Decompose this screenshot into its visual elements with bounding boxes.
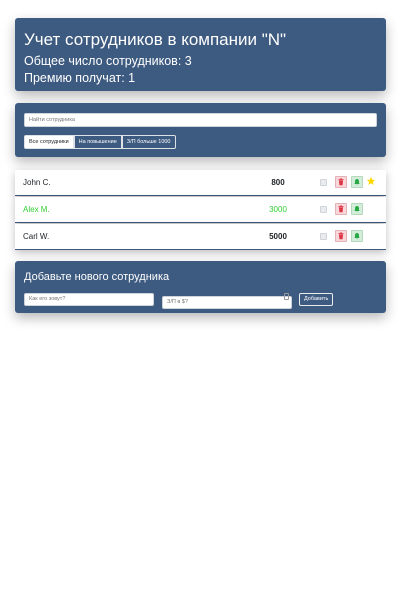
add-employee-button[interactable]: Добавить [299, 292, 334, 306]
employee-name[interactable]: Carl W. [23, 232, 49, 241]
star-icon[interactable] [366, 176, 376, 186]
employee-salary[interactable]: 800 [261, 178, 295, 187]
trash-icon[interactable] [335, 230, 347, 242]
employee-salary[interactable]: 5000 [261, 232, 295, 241]
employee-salary[interactable]: 3000 [261, 205, 295, 214]
filter-salary-over-1000-button[interactable]: З/П больше 1000 [121, 135, 176, 149]
bell-icon[interactable] [351, 203, 363, 215]
add-employee-title: Добавьте нового сотрудника [24, 271, 170, 283]
add-employee-form: Добавить [24, 290, 377, 309]
list-item: Alex M. 3000 [15, 197, 386, 223]
filter-all-button[interactable]: Все сотрудники [24, 135, 74, 149]
salary-input-wrapper [162, 290, 292, 309]
app-info-panel: Учет сотрудников в компании "N" Общее чи… [15, 18, 386, 91]
search-panel: Все сотрудники На повышение З/П больше 1… [15, 103, 386, 157]
cookie-icon[interactable] [320, 233, 327, 240]
list-item: Carl W. 5000 [15, 224, 386, 250]
employee-salary-input[interactable] [162, 295, 292, 309]
bonus-count-text: Премию получат: 1 [24, 71, 136, 85]
add-employee-panel: Добавьте нового сотрудника Добавить [15, 261, 386, 313]
cookie-icon[interactable] [320, 206, 327, 213]
employee-name[interactable]: Alex M. [23, 205, 50, 214]
employee-name-input[interactable] [24, 292, 154, 306]
search-input[interactable] [24, 113, 377, 127]
app-title: Учет сотрудников в компании "N" [24, 30, 287, 49]
bell-icon[interactable] [351, 176, 363, 188]
stepper-icon[interactable] [284, 293, 289, 300]
filter-increase-button[interactable]: На повышение [73, 135, 122, 149]
employee-name[interactable]: John C. [23, 178, 51, 187]
bell-icon[interactable] [351, 230, 363, 242]
list-item: John C. 800 [15, 170, 386, 196]
filter-group: Все сотрудники На повышение З/П больше 1… [24, 135, 377, 149]
employees-list: John C. 800 Alex M. 3000 Carl W. 5000 [15, 170, 386, 251]
total-employees-text: Общее число сотрудников: 3 [24, 54, 192, 68]
trash-icon[interactable] [335, 176, 347, 188]
trash-icon[interactable] [335, 203, 347, 215]
cookie-icon[interactable] [320, 179, 327, 186]
